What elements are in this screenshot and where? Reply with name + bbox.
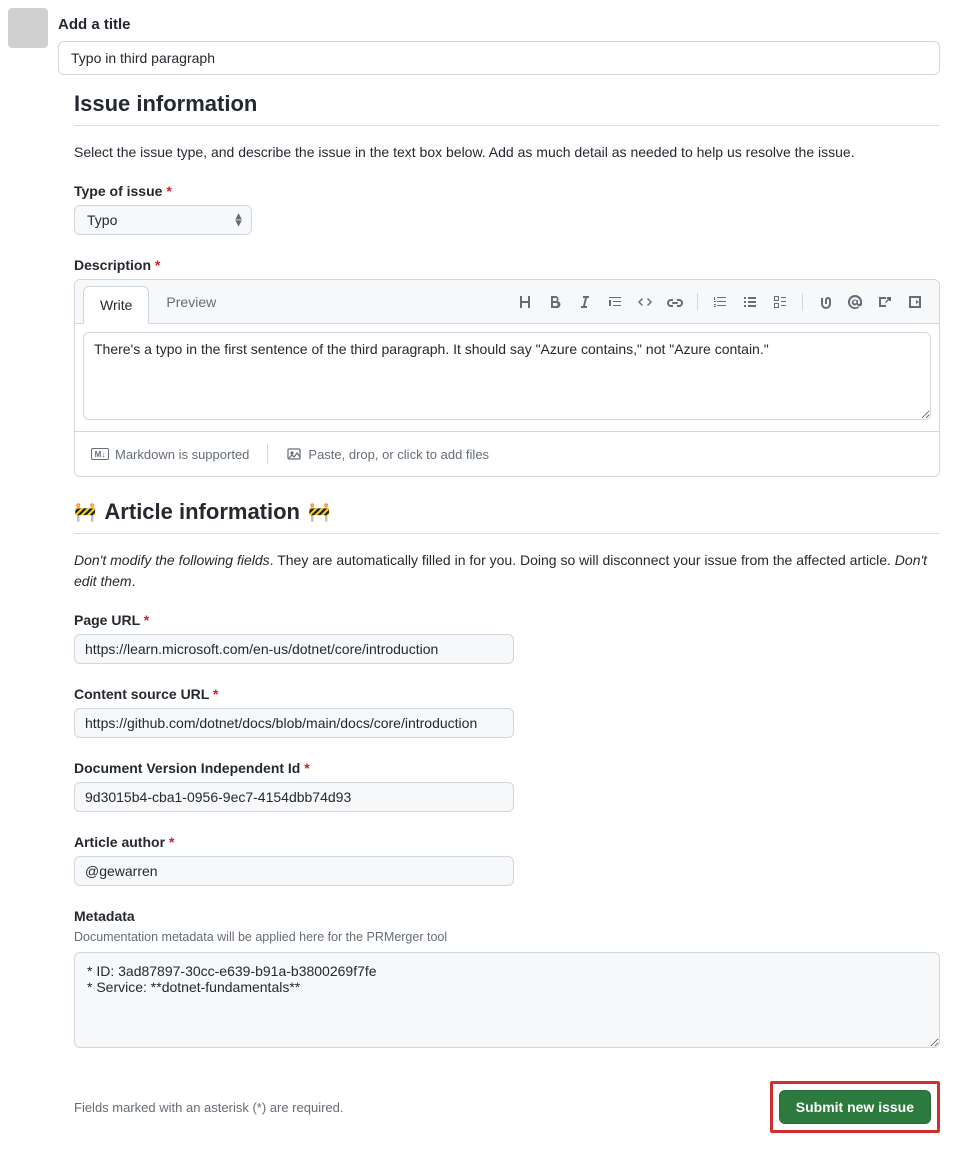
quote-icon[interactable] bbox=[601, 288, 629, 316]
metadata-label: Metadata bbox=[74, 908, 940, 924]
doc-version-id-input[interactable] bbox=[74, 782, 514, 812]
article-author-input[interactable] bbox=[74, 856, 514, 886]
article-warning-text: Don't modify the following fields. They … bbox=[74, 550, 940, 592]
italic-icon[interactable] bbox=[571, 288, 599, 316]
construction-icon: 🚧 bbox=[74, 502, 96, 523]
heading-icon[interactable] bbox=[511, 288, 539, 316]
saved-replies-icon[interactable] bbox=[901, 288, 929, 316]
link-icon[interactable] bbox=[661, 288, 689, 316]
markdown-icon: M↓ bbox=[91, 448, 109, 460]
doc-version-id-label: Document Version Independent Id * bbox=[74, 760, 940, 776]
content-source-url-input[interactable] bbox=[74, 708, 514, 738]
metadata-textarea[interactable] bbox=[74, 952, 940, 1048]
cross-reference-icon[interactable] bbox=[871, 288, 899, 316]
submit-new-issue-button[interactable]: Submit new issue bbox=[779, 1090, 931, 1124]
tab-write[interactable]: Write bbox=[83, 286, 149, 324]
page-url-input[interactable] bbox=[74, 634, 514, 664]
description-label: Description * bbox=[74, 257, 940, 273]
add-title-label: Add a title bbox=[58, 16, 940, 33]
code-icon[interactable] bbox=[631, 288, 659, 316]
mention-icon[interactable] bbox=[841, 288, 869, 316]
article-information-heading: 🚧 Article information 🚧 bbox=[74, 499, 940, 534]
metadata-helper-text: Documentation metadata will be applied h… bbox=[74, 930, 940, 944]
submit-highlight-box: Submit new issue bbox=[770, 1081, 940, 1133]
article-author-label: Article author * bbox=[74, 834, 940, 850]
bold-icon[interactable] bbox=[541, 288, 569, 316]
issue-info-description: Select the issue type, and describe the … bbox=[74, 142, 940, 163]
attach-files-link[interactable]: Paste, drop, or click to add files bbox=[286, 446, 489, 462]
page-url-label: Page URL * bbox=[74, 612, 940, 628]
title-input[interactable] bbox=[58, 41, 940, 75]
type-of-issue-select[interactable]: Typo bbox=[74, 205, 252, 235]
avatar bbox=[8, 8, 48, 48]
type-of-issue-label: Type of issue * bbox=[74, 183, 940, 199]
attachment-icon[interactable] bbox=[811, 288, 839, 316]
tab-preview[interactable]: Preview bbox=[149, 283, 233, 321]
required-fields-note: Fields marked with an asterisk (*) are r… bbox=[74, 1100, 344, 1115]
markdown-supported-link[interactable]: M↓ Markdown is supported bbox=[91, 447, 249, 462]
construction-icon: 🚧 bbox=[308, 502, 330, 523]
issue-information-heading: Issue information bbox=[74, 91, 940, 126]
unordered-list-icon[interactable] bbox=[736, 288, 764, 316]
ordered-list-icon[interactable] bbox=[706, 288, 734, 316]
description-textarea[interactable] bbox=[83, 332, 931, 420]
task-list-icon[interactable] bbox=[766, 288, 794, 316]
content-source-url-label: Content source URL * bbox=[74, 686, 940, 702]
image-icon bbox=[286, 446, 302, 462]
